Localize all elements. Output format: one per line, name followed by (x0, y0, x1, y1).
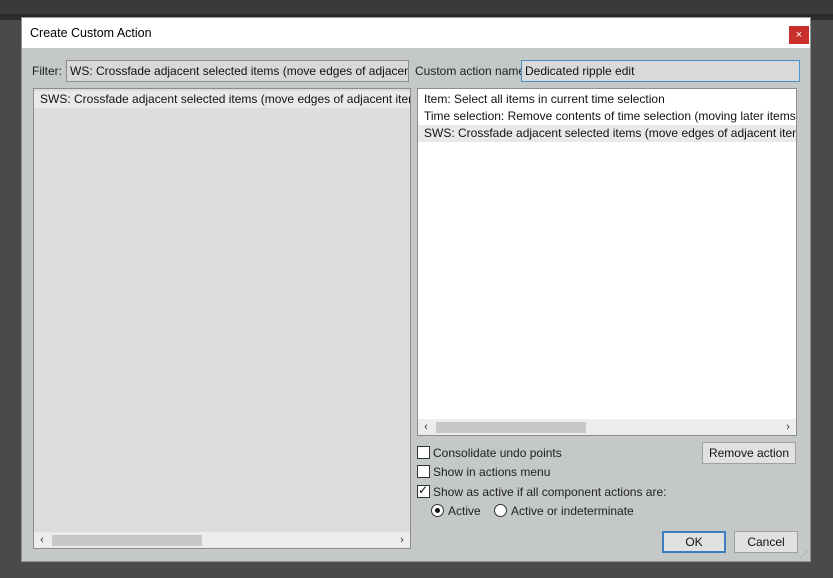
available-actions-list[interactable]: SWS: Crossfade adjacent selected items (… (33, 88, 411, 549)
show-in-menu-label: Show in actions menu (433, 465, 551, 479)
component-actions-list[interactable]: Item: Select all items in current time s… (417, 88, 797, 436)
list-item[interactable]: Item: Select all items in current time s… (418, 91, 796, 108)
ok-button[interactable]: OK (662, 531, 726, 553)
title-bar[interactable]: Create Custom Action × (22, 18, 810, 48)
scroll-left-icon[interactable]: ‹ (418, 419, 434, 435)
custom-action-name-input[interactable]: Dedicated ripple edit (521, 60, 800, 82)
active-or-indeterminate-label: Active or indeterminate (511, 504, 634, 518)
filter-label: Filter: (32, 64, 62, 78)
active-radio[interactable] (431, 504, 444, 517)
resize-grip-icon[interactable]: ⋰ (800, 551, 808, 559)
dialog-title: Create Custom Action (30, 26, 152, 40)
close-icon[interactable]: × (789, 26, 809, 44)
background-strip (0, 0, 833, 14)
show-in-menu-checkbox[interactable] (417, 465, 430, 478)
active-radio-label: Active (448, 504, 481, 518)
cancel-button[interactable]: Cancel (734, 531, 798, 553)
list-item[interactable]: SWS: Crossfade adjacent selected items (… (418, 125, 796, 142)
consolidate-undo-label: Consolidate undo points (433, 446, 562, 460)
scrollbar-thumb[interactable] (52, 535, 202, 546)
consolidate-undo-checkbox[interactable] (417, 446, 430, 459)
left-horizontal-scrollbar[interactable]: ‹ › (34, 532, 410, 548)
create-custom-action-dialog: Create Custom Action × Filter: WS: Cross… (21, 17, 811, 562)
show-as-active-label: Show as active if all component actions … (433, 485, 667, 499)
scroll-right-icon[interactable]: › (394, 532, 410, 548)
list-item[interactable]: Time selection: Remove contents of time … (418, 108, 796, 125)
active-or-indeterminate-radio[interactable] (494, 504, 507, 517)
scroll-right-icon[interactable]: › (780, 419, 796, 435)
list-item[interactable]: SWS: Crossfade adjacent selected items (… (34, 91, 410, 108)
remove-action-button[interactable]: Remove action (702, 442, 796, 464)
scroll-left-icon[interactable]: ‹ (34, 532, 50, 548)
show-as-active-checkbox[interactable] (417, 483, 430, 498)
right-horizontal-scrollbar[interactable]: ‹ › (418, 419, 796, 435)
custom-action-name-label: Custom action name: (415, 64, 529, 78)
scrollbar-thumb[interactable] (436, 422, 586, 433)
filter-input[interactable]: WS: Crossfade adjacent selected items (m… (66, 60, 409, 82)
